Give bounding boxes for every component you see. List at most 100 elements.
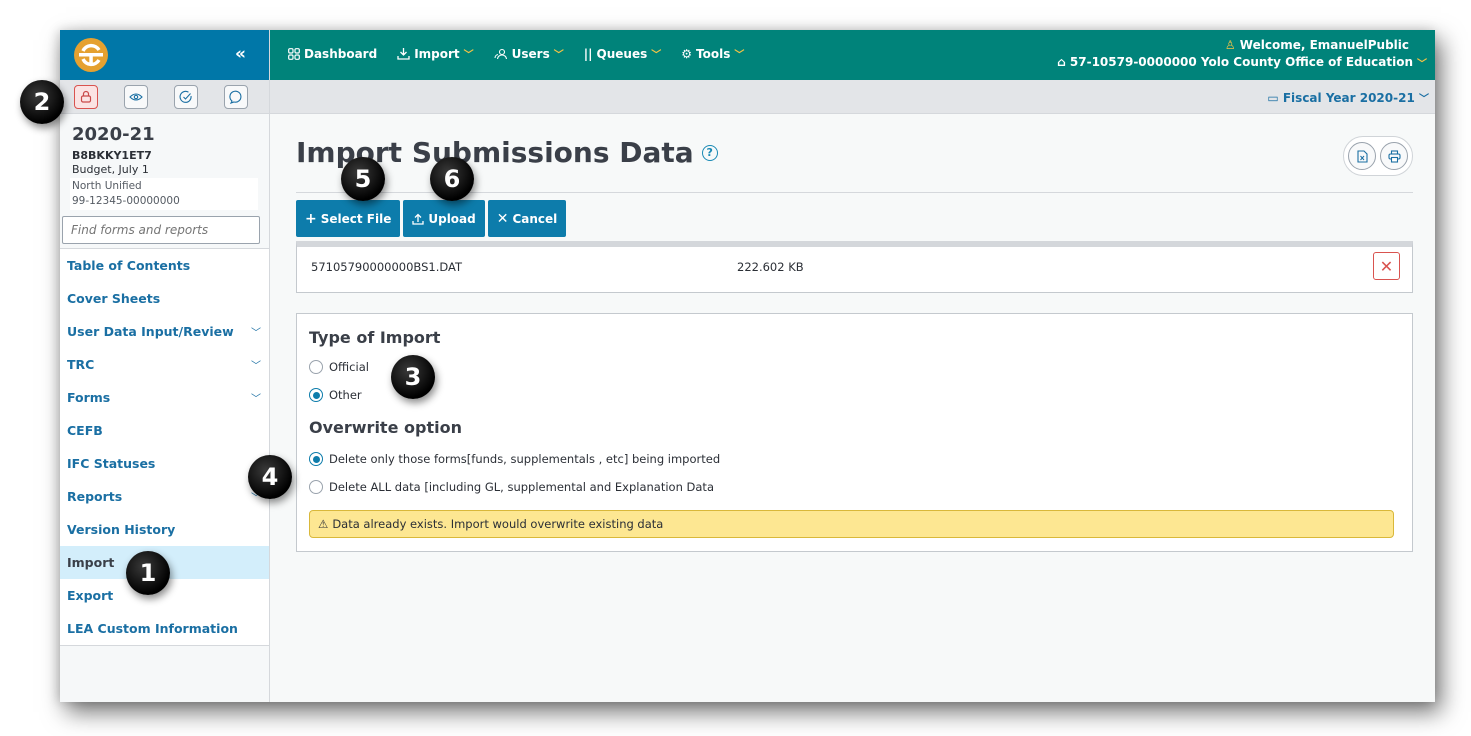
menu-tools[interactable]: ⚙ Tools ﹀ [681, 46, 744, 61]
warning-icon: ⚠ [318, 517, 328, 531]
selected-file-row: 57105790000000BS1.DAT 222.602 KB ✕ [296, 241, 1413, 293]
upload-label: Upload [428, 212, 475, 226]
menu-label: Dashboard [304, 47, 377, 61]
welcome-message[interactable]: ♙ Welcome, EmanuelPublic [1225, 38, 1409, 52]
radio-label: Delete ALL data [including GL, supplemen… [329, 480, 714, 494]
menu-label: Users [512, 47, 550, 61]
annotation-badge: 6 [430, 157, 474, 201]
sidebar-item-label: Reports [67, 489, 122, 504]
fiscal-year-label: 2020-21 [72, 124, 257, 145]
sidebar-item-ifc-statuses[interactable]: IFC Statuses [60, 447, 269, 480]
sidebar-item-lea-custom-information[interactable]: LEA Custom Information [60, 612, 269, 645]
gear-icon: ⚙ [681, 47, 692, 61]
upload-icon [412, 213, 424, 225]
sidebar-item-label: Import [67, 555, 114, 570]
menu-users[interactable]: Users ﹀ [494, 46, 564, 61]
menu-label: Tools [696, 47, 730, 61]
remove-file-button[interactable]: ✕ [1373, 252, 1400, 280]
menu-import[interactable]: Import ﹀ [397, 46, 473, 61]
radio-official[interactable]: Official [309, 360, 369, 374]
annotation-badge: 3 [391, 355, 435, 399]
radio-other[interactable]: Other [309, 388, 362, 402]
sidebar-item-label: Table of Contents [67, 258, 190, 273]
collapse-sidebar-button[interactable]: « [235, 44, 243, 64]
queue-icon: || [584, 47, 593, 61]
close-icon: ✕ [1380, 257, 1393, 276]
chevron-down-icon[interactable]: ﹀ [251, 324, 261, 339]
user-icon: ♙ [1225, 38, 1236, 52]
sidebar-item-cefb[interactable]: CEFB [60, 414, 269, 447]
chevron-down-icon[interactable]: ﹀ [251, 357, 261, 372]
warning-text: Data already exists. Import would overwr… [332, 517, 663, 531]
lock-button[interactable] [74, 85, 98, 109]
upload-button[interactable]: Upload [403, 200, 484, 237]
radio-button[interactable] [309, 388, 323, 402]
sidebar-item-table-of-contents[interactable]: Table of Contents [60, 249, 269, 282]
sidebar: « 2020-21 B8BKKY1ET7 Budget, July 1 Nort… [60, 30, 270, 702]
lea-name: North Unified [72, 179, 256, 194]
close-icon: ✕ [497, 211, 509, 227]
chevron-down-icon: ﹀ [1419, 94, 1429, 105]
find-forms-input[interactable] [62, 216, 260, 244]
organization-name: 57-10579-0000000 Yolo County Office of E… [1070, 55, 1413, 70]
radio-delete-imported-forms[interactable]: Delete only those forms[funds, supplemen… [309, 452, 720, 466]
lock-icon [80, 90, 92, 103]
sidebar-item-reports[interactable]: Reports﹀ [60, 480, 269, 513]
sidebar-item-cover-sheets[interactable]: Cover Sheets [60, 282, 269, 315]
radio-label: Other [329, 388, 362, 402]
export-excel-button[interactable] [1348, 142, 1376, 170]
chevron-down-icon: ﹀ [554, 46, 564, 61]
sidebar-item-label: Version History [67, 522, 175, 537]
comments-button[interactable] [224, 85, 248, 109]
lea-code: 99-12345-00000000 [72, 194, 256, 209]
chevron-down-icon: ﹀ [1417, 55, 1427, 70]
menu-dashboard[interactable]: Dashboard [288, 46, 377, 61]
select-file-button[interactable]: + Select File [296, 200, 400, 237]
app-window: « 2020-21 B8BKKY1ET7 Budget, July 1 Nort… [60, 30, 1435, 702]
cancel-button[interactable]: ✕ Cancel [488, 200, 567, 237]
logo-icon[interactable] [74, 38, 108, 72]
import-options-panel: Type of Import Official Other Overwrite … [296, 313, 1413, 552]
sidebar-item-label: LEA Custom Information [67, 621, 238, 636]
sidebar-item-label: IFC Statuses [67, 456, 155, 471]
sidebar-item-forms[interactable]: Forms ﹀ [60, 381, 269, 414]
home-icon: ⌂ [1057, 55, 1066, 70]
page-actions [1343, 136, 1413, 176]
radio-delete-all-data[interactable]: Delete ALL data [including GL, supplemen… [309, 480, 714, 494]
file-actions: + Select File Upload ✕ Cancel [296, 200, 566, 237]
sidebar-item-user-data-input-review[interactable]: User Data Input/Review﹀ [60, 315, 269, 348]
annotation-badge: 5 [341, 157, 385, 201]
comment-icon [229, 90, 243, 104]
chevron-down-icon[interactable]: ﹀ [251, 390, 261, 405]
sidebar-item-trc[interactable]: TRC﹀ [60, 348, 269, 381]
radio-label: Official [329, 360, 369, 374]
view-button[interactable] [124, 85, 148, 109]
annotation-badge: 2 [20, 80, 64, 124]
submission-info: 2020-21 B8BKKY1ET7 Budget, July 1 North … [60, 114, 269, 244]
sidebar-item-label: Cover Sheets [67, 291, 160, 306]
main-content: Import Submissions Data ? + Select File … [270, 114, 1435, 702]
approve-button[interactable] [174, 85, 198, 109]
chevron-down-icon: ﹀ [734, 46, 744, 61]
sidebar-item-label: Forms [67, 390, 110, 405]
radio-button[interactable] [309, 360, 323, 374]
radio-button[interactable] [309, 480, 323, 494]
sidebar-item-version-history[interactable]: Version History [60, 513, 269, 546]
submission-code: B8BKKY1ET7 [72, 149, 257, 162]
sidebar-item-label: Export [67, 588, 113, 603]
period-label: Budget, July 1 [72, 163, 257, 176]
menu-queues[interactable]: || Queues ﹀ [584, 46, 661, 61]
radio-label: Delete only those forms[funds, supplemen… [329, 452, 720, 466]
fiscal-year-selector[interactable]: ▭ Fiscal Year 2020-21 ﹀ [1267, 90, 1429, 105]
help-icon[interactable]: ? [702, 145, 718, 161]
calendar-icon: ▭ [1267, 91, 1278, 105]
organization-selector[interactable]: ⌂ 57-10579-0000000 Yolo County Office of… [1057, 55, 1427, 70]
type-of-import-heading: Type of Import [309, 328, 440, 347]
download-icon [397, 47, 410, 60]
users-icon [494, 48, 508, 60]
print-button[interactable] [1380, 142, 1408, 170]
radio-button[interactable] [309, 452, 323, 466]
grid-icon [288, 48, 300, 60]
overwrite-option-heading: Overwrite option [309, 418, 462, 437]
main-menu: Dashboard Import ﹀ Users ﹀ || Queues ﹀ ⚙… [288, 46, 744, 61]
